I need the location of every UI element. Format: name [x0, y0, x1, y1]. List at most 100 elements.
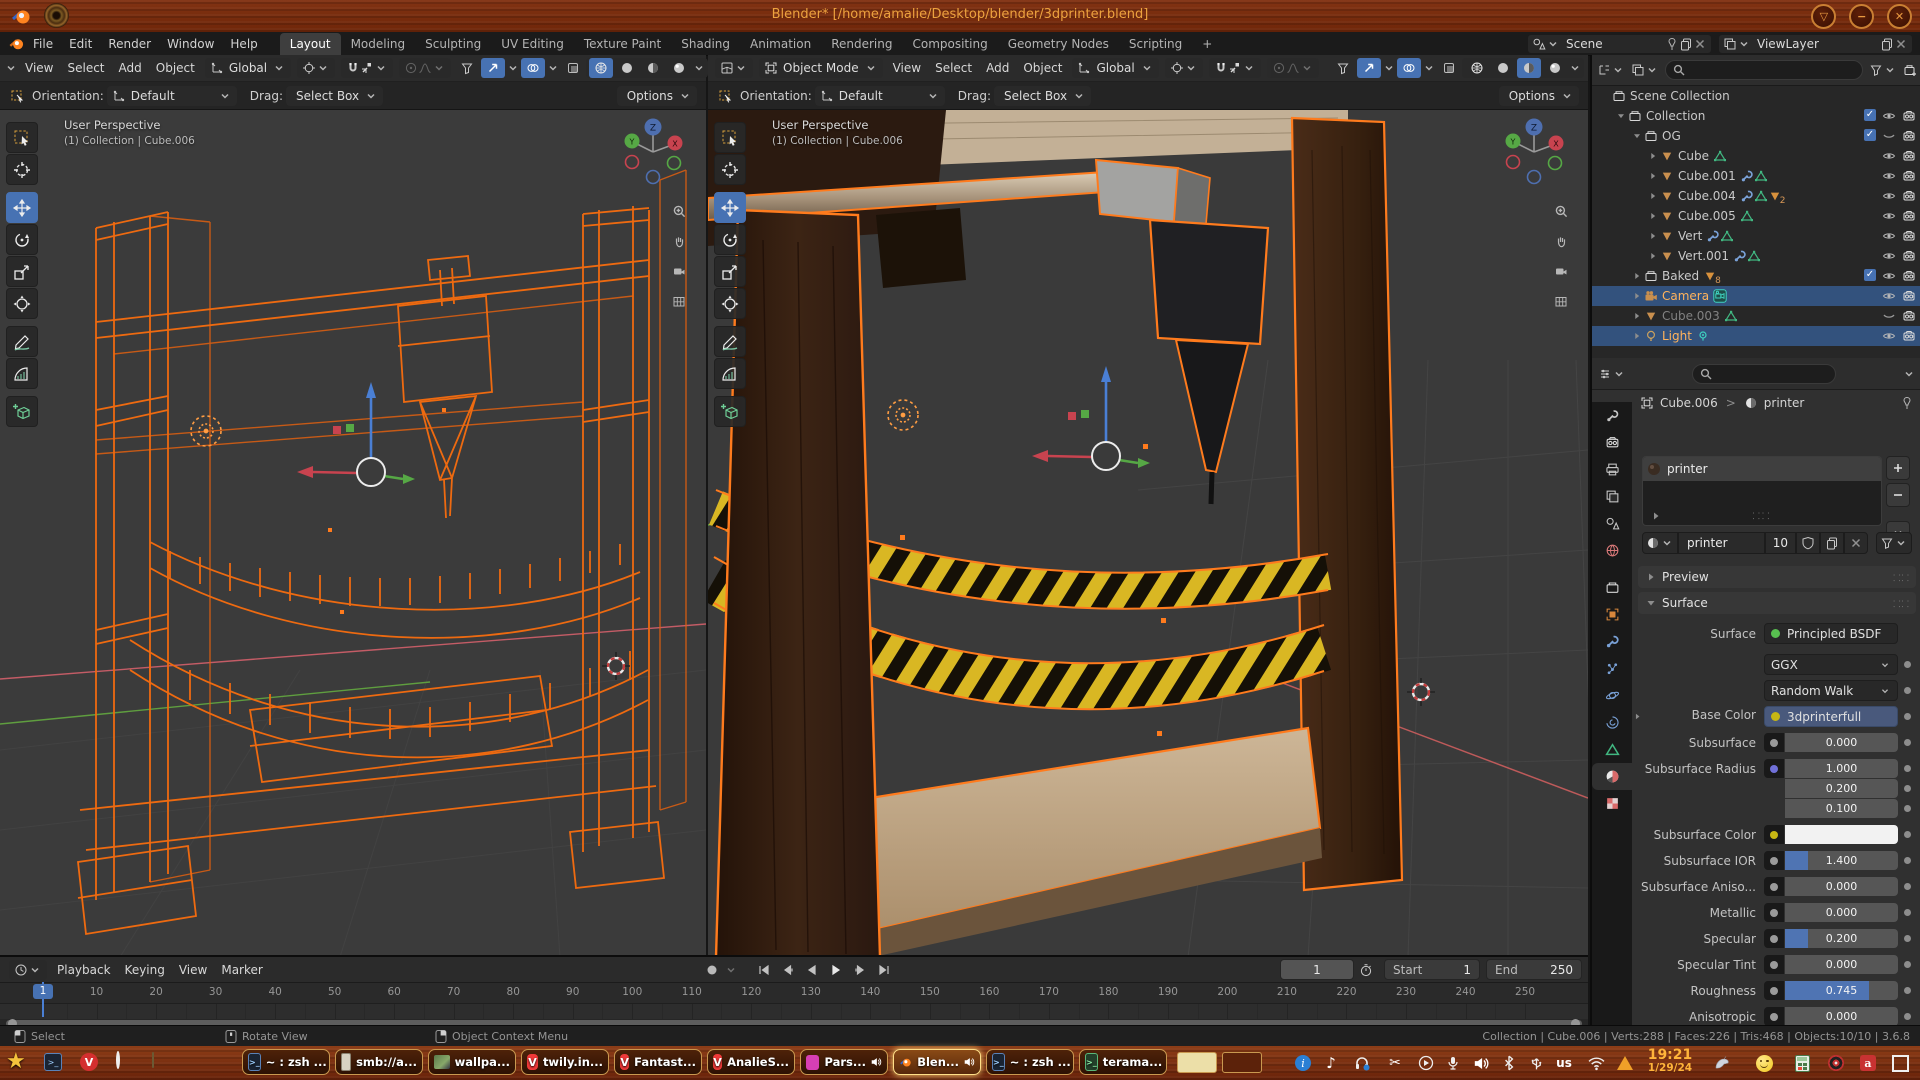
tray-headphones-icon[interactable] — [1352, 1053, 1372, 1073]
viewport-menu-select[interactable]: Select — [928, 61, 979, 75]
render-toggle-icon[interactable] — [1902, 309, 1916, 323]
snap-widget-left[interactable] — [341, 58, 393, 78]
timeline-menu-playback[interactable]: Playback — [50, 963, 118, 977]
menu-window[interactable]: Window — [159, 33, 222, 55]
outliner-row-cube-005[interactable]: Cube.005 — [1592, 206, 1920, 226]
base-color-link-field[interactable]: 3dprinterfull — [1764, 706, 1898, 727]
timeline-menu-keying[interactable]: Keying — [118, 963, 172, 977]
tray-scissors-icon[interactable]: ✂ — [1385, 1053, 1405, 1073]
workspace-tab-sculpting[interactable]: Sculpting — [415, 33, 491, 55]
tray-calculator-icon[interactable] — [1792, 1053, 1812, 1073]
tray-darts-icon[interactable] — [1826, 1053, 1846, 1073]
taskbar-window-smb-a--1[interactable]: smb://a... — [335, 1049, 423, 1075]
eye-toggle-icon[interactable] — [1882, 209, 1896, 223]
subsurface-radius-value-2[interactable]: 0.100 — [1785, 799, 1898, 818]
outliner-row-scene-collection[interactable]: Scene Collection — [1592, 86, 1920, 106]
close-button[interactable]: ✕ — [1887, 4, 1912, 29]
tray-wifi-icon[interactable] — [1586, 1053, 1606, 1073]
outliner-row-baked[interactable]: Baked8✓ — [1592, 266, 1920, 286]
remove-slot-button[interactable] — [1886, 483, 1910, 507]
eye-closed-toggle-icon[interactable] — [1882, 129, 1896, 143]
preview-panel-header[interactable]: Preview ⸬⸬ — [1638, 566, 1916, 588]
meshdata-icon[interactable] — [1720, 229, 1734, 243]
render-toggle-icon[interactable] — [1902, 229, 1916, 243]
viewport-menu-view[interactable]: View — [18, 61, 60, 75]
prev-key-button[interactable] — [776, 960, 800, 979]
properties-tab-tool-icon[interactable] — [1592, 402, 1632, 429]
zoom-icon[interactable] — [1548, 198, 1574, 224]
outliner-row-vert[interactable]: Vert — [1592, 226, 1920, 246]
navigation-gizmo[interactable]: ZYX — [615, 114, 691, 193]
render-toggle-icon[interactable] — [1902, 209, 1916, 223]
move-gizmo[interactable] — [1032, 366, 1150, 470]
workspace-tab-modeling[interactable]: Modeling — [341, 33, 416, 55]
timeline-editor-type-button[interactable] — [9, 960, 47, 980]
properties-tab-data-icon[interactable] — [1592, 736, 1632, 763]
tray-pigeon-icon[interactable] — [1712, 1053, 1732, 1073]
outliner-row-vert-001[interactable]: Vert.001 — [1592, 246, 1920, 266]
outliner-row-cube-003[interactable]: Cube.003 — [1592, 306, 1920, 326]
breadcrumb-material[interactable]: printer — [1758, 396, 1811, 410]
snap-widget-right[interactable] — [1209, 58, 1261, 78]
meshdata-icon[interactable] — [1754, 189, 1768, 203]
shading-rendered-icon[interactable] — [1543, 58, 1567, 78]
workspace-tab-shading[interactable]: Shading — [671, 33, 740, 55]
camdata-icon[interactable] — [1713, 289, 1727, 303]
blender-logo-icon[interactable] — [8, 35, 25, 52]
orientation-default-dropdown[interactable]: Default — [107, 86, 237, 106]
tool-add-cube-button[interactable] — [6, 396, 38, 427]
xray-toggle-icon[interactable] — [561, 58, 585, 78]
anisotropic-slider[interactable]: 0.000 — [1785, 1007, 1898, 1025]
properties-tab-object-icon[interactable] — [1592, 601, 1632, 628]
launcher-media-v-icon[interactable]: V — [80, 1053, 98, 1071]
shading-solid-icon[interactable] — [615, 58, 639, 78]
new-scene-icon[interactable] — [1679, 37, 1693, 51]
mode-dropdown[interactable]: Object Mode — [759, 58, 883, 78]
filter-icon[interactable] — [1869, 63, 1883, 77]
expand-icon[interactable] — [1630, 310, 1644, 322]
properties-tab-material-icon[interactable] — [1592, 763, 1632, 790]
meshdata-icon[interactable] — [1754, 169, 1768, 183]
input-socket[interactable] — [1764, 955, 1784, 974]
pivot-dropdown-right[interactable] — [1165, 58, 1203, 78]
pin-icon[interactable] — [1900, 396, 1914, 410]
wrench-icon[interactable] — [1733, 249, 1747, 263]
menu-help[interactable]: Help — [222, 33, 265, 55]
options-button-right[interactable]: Options — [1499, 86, 1579, 106]
workspace-pager-active[interactable] — [1177, 1052, 1217, 1073]
eye-toggle-icon[interactable] — [1882, 109, 1896, 123]
tray-bluetooth-icon[interactable] — [1499, 1053, 1519, 1073]
render-toggle-icon[interactable] — [1902, 109, 1916, 123]
current-frame-field[interactable]: 1 — [1280, 959, 1354, 980]
input-socket[interactable] — [1764, 759, 1784, 778]
viewport-menu-object[interactable]: Object — [149, 61, 202, 75]
add-workspace-button[interactable]: + — [1192, 33, 1222, 55]
input-socket[interactable] — [1764, 981, 1784, 1000]
pan-hand-icon[interactable] — [666, 228, 692, 254]
eye-closed-toggle-icon[interactable] — [1882, 309, 1896, 323]
input-socket[interactable] — [1764, 1007, 1784, 1025]
shading-popover-icon[interactable] — [1568, 61, 1582, 75]
workspace-pager-2[interactable] — [1222, 1052, 1262, 1073]
shading-material-icon[interactable] — [641, 58, 665, 78]
viewport-right-canvas[interactable]: User Perspective (1) Collection | Cube.0… — [708, 110, 1588, 957]
node-tree-filter-button[interactable] — [1876, 532, 1912, 554]
orientation-default-dropdown[interactable]: Default — [815, 86, 945, 106]
input-socket[interactable] — [1764, 825, 1784, 844]
expand-icon[interactable] — [1630, 330, 1644, 342]
shading-wireframe-icon[interactable] — [589, 58, 613, 78]
tray-amarok-icon[interactable]: a — [1858, 1053, 1878, 1073]
playhead-frame-badge[interactable]: 1 — [33, 984, 53, 999]
tool-select-box-button[interactable] — [714, 122, 746, 153]
properties-tab-collection-icon[interactable] — [1592, 574, 1632, 601]
viewport-left-canvas[interactable]: User Perspective (1) Collection | Cube.0… — [0, 110, 706, 957]
navigation-gizmo[interactable]: ZYX — [1496, 114, 1572, 193]
overlays-toggle-icon[interactable] — [521, 58, 545, 78]
tool-annotate-button[interactable] — [714, 326, 746, 357]
subsurface-slider[interactable]: 0.000 — [1785, 733, 1898, 752]
unlink-material-button[interactable] — [1844, 532, 1868, 554]
meshdata-icon[interactable] — [1747, 249, 1761, 263]
eye-toggle-icon[interactable] — [1882, 149, 1896, 163]
render-toggle-icon[interactable] — [1902, 149, 1916, 163]
input-socket[interactable] — [1764, 877, 1784, 896]
